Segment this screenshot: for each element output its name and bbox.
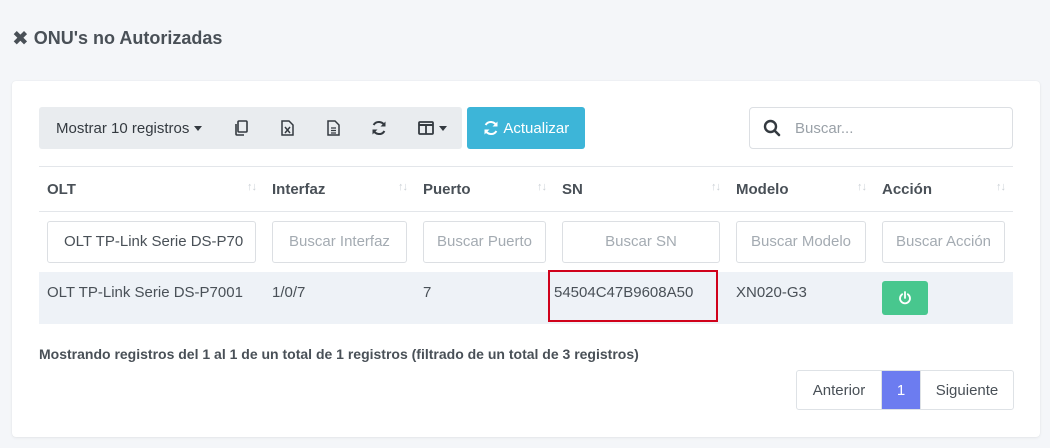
update-button-label: Actualizar xyxy=(503,119,570,137)
cell-modelo: XN020-G3 xyxy=(728,271,874,324)
reload-button[interactable] xyxy=(356,107,402,149)
accion-filter-input[interactable] xyxy=(882,220,1005,263)
columns-icon xyxy=(417,121,434,135)
page-length-button[interactable]: Mostrar 10 registros xyxy=(39,107,218,149)
page-length-label: Mostrar 10 registros xyxy=(56,119,190,137)
modelo-filter-input[interactable] xyxy=(736,220,866,263)
column-header-sn[interactable]: SN ↑↓ xyxy=(554,166,728,212)
csv-icon xyxy=(327,120,340,136)
sort-icon: ↑↓ xyxy=(537,181,547,193)
cell-interfaz: 1/0/7 xyxy=(264,271,415,324)
sort-icon: ↑↓ xyxy=(247,181,257,193)
power-icon xyxy=(899,290,911,304)
sort-icon: ↑↓ xyxy=(857,181,867,193)
table-toolbar: Mostrar 10 registros Actualizar xyxy=(39,107,586,149)
page-title: ✖ ONU's no Autorizadas xyxy=(12,28,222,49)
column-label: Modelo xyxy=(736,180,789,198)
close-icon[interactable]: ✖ xyxy=(12,29,29,49)
search-icon xyxy=(763,119,781,137)
puerto-filter-input[interactable] xyxy=(423,220,546,263)
caret-down-icon xyxy=(194,125,203,131)
main-card: Mostrar 10 registros Actualizar Buscar..… xyxy=(12,81,1040,437)
column-header-interfaz[interactable]: Interfaz ↑↓ xyxy=(264,166,415,212)
sync-icon xyxy=(484,120,498,136)
column-label: SN xyxy=(562,180,583,198)
cell-puerto: 7 xyxy=(415,271,554,324)
column-header-olt[interactable]: OLT ↑↓ xyxy=(39,166,264,212)
pagination: Anterior 1 Siguiente xyxy=(796,370,1014,410)
columns-button[interactable] xyxy=(402,107,462,149)
sort-icon: ↑↓ xyxy=(996,181,1006,193)
csv-button[interactable] xyxy=(310,107,356,149)
excel-icon xyxy=(281,120,294,136)
sn-value: 54504C47B9608A50 xyxy=(554,283,694,301)
table-header-row: OLT ↑↓ Interfaz ↑↓ Puerto ↑↓ SN ↑↓ Modelo ↑↓ … xyxy=(39,166,1013,212)
olt-filter-input[interactable] xyxy=(47,220,256,263)
column-header-accion[interactable]: Acción ↑↓ xyxy=(874,166,1013,212)
column-label: Interfaz xyxy=(272,180,326,198)
table-info: Mostrando registros del 1 al 1 de un tot… xyxy=(39,346,639,362)
cell-sn: 54504C47B9608A50 xyxy=(548,269,728,324)
column-label: Acción xyxy=(882,180,933,198)
cell-accion xyxy=(874,271,1013,324)
column-label: OLT xyxy=(47,180,76,198)
column-header-puerto[interactable]: Puerto ↑↓ xyxy=(415,166,554,212)
update-button[interactable]: Actualizar xyxy=(467,107,586,149)
pagination-next[interactable]: Siguiente xyxy=(920,371,1013,409)
page-title-text: ONU's no Autorizadas xyxy=(33,28,223,48)
refresh-icon xyxy=(372,120,386,136)
pagination-previous[interactable]: Anterior xyxy=(797,371,882,409)
column-header-modelo[interactable]: Modelo ↑↓ xyxy=(728,166,874,212)
pagination-page-1[interactable]: 1 xyxy=(882,371,920,409)
filter-row xyxy=(39,212,1013,272)
column-label: Puerto xyxy=(423,180,471,198)
caret-down-icon xyxy=(438,125,447,131)
export-button-group: Mostrar 10 registros xyxy=(39,107,463,149)
excel-button[interactable] xyxy=(264,107,310,149)
search-box xyxy=(749,107,1013,149)
authorize-button[interactable] xyxy=(882,280,928,315)
search-input[interactable] xyxy=(795,119,995,137)
sn-filter-input[interactable] xyxy=(562,220,720,263)
interfaz-filter-input[interactable] xyxy=(272,220,407,263)
copy-button[interactable] xyxy=(218,107,264,149)
onu-table: OLT ↑↓ Interfaz ↑↓ Puerto ↑↓ SN ↑↓ Modelo ↑↓ … xyxy=(39,166,1013,324)
cell-olt: OLT TP-Link Serie DS-P7001 xyxy=(39,271,264,324)
table-row: OLT TP-Link Serie DS-P7001 1/0/7 7 54504… xyxy=(39,269,1013,324)
sort-icon: ↑↓ xyxy=(398,181,408,193)
sort-icon: ↑↓ xyxy=(711,181,721,193)
copy-icon xyxy=(235,120,249,136)
